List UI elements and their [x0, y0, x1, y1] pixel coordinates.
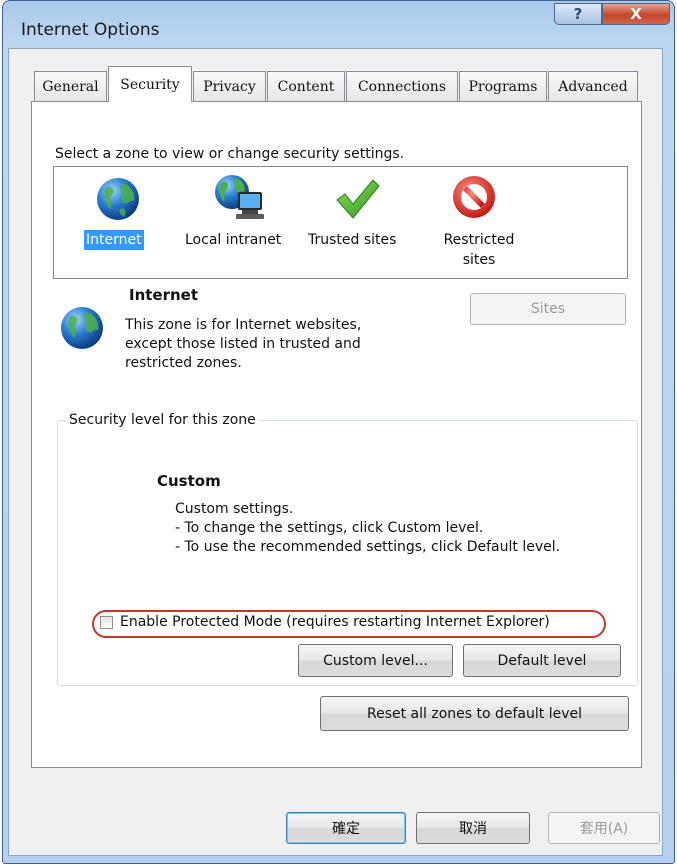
zone-info-name: Internet [129, 286, 199, 304]
protected-mode-label[interactable]: Enable Protected Mode (requires restarti… [120, 614, 550, 630]
zone-restricted-sites[interactable] [450, 173, 500, 223]
checkmark-icon [336, 179, 380, 219]
level-desc-line: - To change the settings, click Custom l… [175, 520, 484, 536]
zone-label-local-intranet[interactable]: Local intranet [185, 230, 281, 250]
restricted-icon [453, 176, 495, 218]
zone-label-restricted-line2: sites [462, 252, 496, 268]
zone-label-internet[interactable]: Internet [84, 230, 144, 250]
level-desc-line: Custom settings. [175, 501, 294, 517]
default-level-button[interactable]: Default level [463, 644, 621, 677]
security-level-caption: Security level for this zone [66, 412, 259, 428]
security-content: Select a zone to view or change security… [0, 0, 677, 866]
apply-button[interactable]: 套用(A) [548, 812, 660, 844]
cancel-button[interactable]: 取消 [416, 812, 530, 844]
protected-mode-checkbox[interactable] [100, 616, 113, 629]
sites-button[interactable]: Sites [470, 293, 626, 325]
zone-prompt: Select a zone to view or change security… [55, 146, 405, 162]
zone-internet[interactable] [94, 175, 150, 223]
ok-button[interactable]: 確定 [286, 812, 406, 844]
level-desc-line: - To use the recommended settings, click… [175, 539, 561, 555]
zone-info-desc-line: except those listed in trusted and [125, 336, 361, 352]
zone-label-trusted-sites[interactable]: Trusted sites [308, 230, 396, 250]
globe-icon [61, 307, 103, 349]
zone-trusted-sites[interactable] [333, 176, 383, 224]
zone-info-icon [58, 304, 106, 352]
zone-local-intranet[interactable] [212, 172, 268, 222]
security-level-description: Custom settings. - To change the setting… [175, 500, 560, 557]
reset-all-zones-button[interactable]: Reset all zones to default level [320, 696, 629, 731]
zone-info-description: This zone is for Internet websites, exce… [125, 316, 361, 373]
globe-icon [97, 178, 139, 220]
zone-label-restricted-sites[interactable]: Restricted sites [435, 230, 523, 270]
security-level-name: Custom [157, 472, 221, 490]
zone-info-desc-line: This zone is for Internet websites, [125, 317, 362, 333]
local-intranet-icon [215, 175, 264, 219]
zone-info-desc-line: restricted zones. [125, 355, 242, 371]
custom-level-button[interactable]: Custom level... [298, 644, 453, 677]
zone-label-restricted-line1: Restricted [443, 232, 515, 248]
